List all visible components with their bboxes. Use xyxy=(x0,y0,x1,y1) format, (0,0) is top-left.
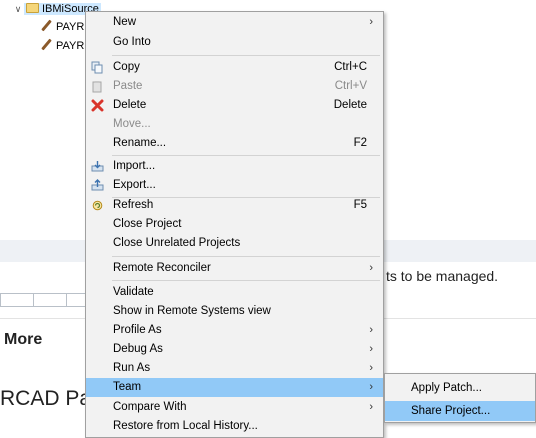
menu-label: Team xyxy=(113,381,142,393)
menu-item-import[interactable]: Import... xyxy=(86,157,383,176)
menu-item-profile-as[interactable]: Profile As › xyxy=(86,321,383,340)
menu-separator xyxy=(112,280,380,281)
export-icon xyxy=(91,179,104,191)
menu-label: Debug As xyxy=(113,343,163,355)
rcad-text: RCAD Pa xyxy=(0,387,92,410)
table-column-cell xyxy=(0,293,34,307)
menu-item-share-project[interactable]: Share Project... xyxy=(385,401,535,421)
menu-label: Run As xyxy=(113,362,151,374)
menu-item-close-unrelated[interactable]: Close Unrelated Projects xyxy=(86,234,383,253)
menu-item-go-into[interactable]: Go Into xyxy=(86,33,383,52)
menu-label: Share Project... xyxy=(411,405,491,417)
managed-text: ts to be managed. xyxy=(386,268,499,284)
pencil-icon xyxy=(40,39,52,51)
context-menu: New › Go Into Copy Ctrl+C Paste Ctrl+V Dele… xyxy=(85,11,384,438)
member-label: PAYR xyxy=(56,21,85,33)
menu-label: Remote Reconciler xyxy=(113,262,211,274)
tree-item-member[interactable]: PAYR xyxy=(40,38,84,54)
menu-label: Export... xyxy=(113,179,156,191)
tree-item-member[interactable]: PAYR xyxy=(40,19,84,35)
menu-label: Paste xyxy=(113,80,143,92)
menu-item-team[interactable]: Team › xyxy=(86,378,383,397)
pencil-icon xyxy=(40,20,52,32)
menu-item-new[interactable]: New › xyxy=(86,13,383,32)
menu-item-delete[interactable]: Delete Delete xyxy=(86,96,383,115)
shortcut-label: Ctrl+C xyxy=(334,61,367,73)
chevron-right-icon: › xyxy=(369,262,373,274)
menu-item-move[interactable]: Move... xyxy=(86,115,383,134)
menu-label: Rename... xyxy=(113,137,167,149)
team-submenu: Apply Patch... Share Project... xyxy=(384,373,536,423)
menu-item-run-as[interactable]: Run As › xyxy=(86,359,383,378)
shortcut-label: Delete xyxy=(333,99,367,111)
shortcut-label: Ctrl+V xyxy=(334,80,367,92)
refresh-icon xyxy=(92,200,103,211)
chevron-down-icon[interactable]: ∨ xyxy=(12,1,24,17)
chevron-right-icon: › xyxy=(369,343,373,355)
menu-item-rename[interactable]: Rename... F2 xyxy=(86,134,383,153)
chevron-right-icon: › xyxy=(369,324,373,336)
menu-item-apply-patch[interactable]: Apply Patch... xyxy=(385,378,535,398)
menu-item-remote-reconciler[interactable]: Remote Reconciler › xyxy=(86,259,383,278)
menu-item-copy[interactable]: Copy Ctrl+C xyxy=(86,58,383,77)
menu-label: Copy xyxy=(113,61,140,73)
paste-icon xyxy=(92,81,102,93)
menu-label: Close Project xyxy=(113,218,182,230)
menu-item-compare-with[interactable]: Compare With › xyxy=(86,398,383,417)
chevron-right-icon: › xyxy=(369,16,373,28)
menu-item-paste[interactable]: Paste Ctrl+V xyxy=(86,77,383,96)
menu-separator xyxy=(112,55,380,56)
menu-label: Profile As xyxy=(113,324,162,336)
menu-label: Show in Remote Systems view xyxy=(113,305,271,317)
menu-item-show-remote[interactable]: Show in Remote Systems view xyxy=(86,302,383,321)
menu-label: Apply Patch... xyxy=(411,382,482,394)
menu-label: New xyxy=(113,16,137,28)
chevron-right-icon: › xyxy=(369,381,373,393)
menu-item-debug-as[interactable]: Debug As › xyxy=(86,340,383,359)
menu-label: Delete xyxy=(113,99,147,111)
menu-label: Refresh xyxy=(113,199,154,211)
menu-item-close-project[interactable]: Close Project xyxy=(86,215,383,234)
shortcut-label: F2 xyxy=(353,137,367,149)
chevron-right-icon: › xyxy=(369,401,373,413)
menu-label: Move... xyxy=(113,118,151,130)
menu-item-validate[interactable]: Validate xyxy=(86,283,383,302)
menu-separator xyxy=(112,155,380,156)
import-icon xyxy=(91,161,104,172)
table-column-cell xyxy=(33,293,67,307)
delete-icon xyxy=(91,99,104,112)
copy-icon xyxy=(91,61,103,74)
shortcut-label: F5 xyxy=(353,199,367,211)
menu-label: Compare With xyxy=(113,401,187,413)
menu-item-export[interactable]: Export... xyxy=(86,176,383,195)
menu-separator xyxy=(112,256,380,257)
menu-label: Validate xyxy=(113,286,154,298)
menu-label: Close Unrelated Projects xyxy=(113,237,241,249)
menu-label: Go Into xyxy=(113,36,151,48)
menu-item-restore-history[interactable]: Restore from Local History... xyxy=(86,417,383,436)
chevron-right-icon: › xyxy=(369,362,373,374)
menu-label: Import... xyxy=(113,160,156,172)
more-heading: More xyxy=(4,331,43,348)
member-label: PAYR xyxy=(56,40,85,52)
menu-label: Restore from Local History... xyxy=(113,420,258,432)
folder-open-icon xyxy=(26,3,39,13)
menu-item-refresh[interactable]: Refresh F5 xyxy=(86,196,383,215)
